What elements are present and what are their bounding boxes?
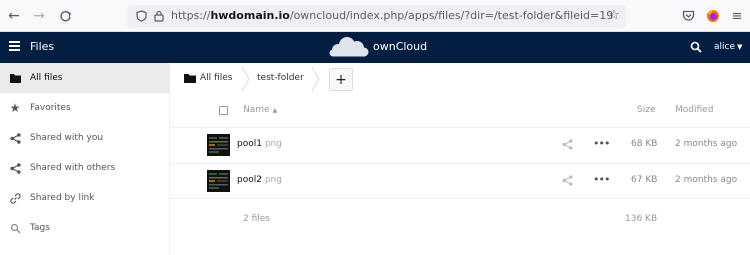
more-options-icon[interactable]: •••: [593, 173, 610, 186]
column-header-size[interactable]: Size: [637, 105, 655, 115]
star-icon: ★: [9, 101, 21, 115]
user-menu[interactable]: alice ▼: [714, 42, 742, 52]
more-options-icon[interactable]: •••: [593, 137, 610, 150]
share-icon: [9, 162, 21, 174]
sort-ascending-icon: ▲: [272, 107, 278, 114]
share-icon[interactable]: [562, 139, 573, 150]
brand-name: ownCloud: [373, 40, 428, 53]
share-icon: [9, 132, 21, 144]
bookmark-star-icon[interactable]: ☆: [608, 8, 620, 23]
sidebar-item-shared-with-others[interactable]: Shared with others: [0, 153, 170, 183]
sidebar-item-label: Shared by link: [30, 193, 95, 203]
search-icon[interactable]: [690, 41, 702, 53]
browser-toolbar: ← → https://hwdomain.io/owncloud/index.p…: [0, 0, 750, 32]
file-size: 67 KB: [631, 175, 658, 185]
share-icon[interactable]: [562, 175, 573, 186]
select-all-checkbox[interactable]: [219, 106, 228, 115]
link-icon: [9, 192, 21, 204]
table-row[interactable]: pool1 png ••• 68 KB 2 months ago: [170, 127, 750, 161]
owncloud-logo-icon: [329, 37, 369, 57]
file-name[interactable]: pool2 png: [237, 175, 282, 185]
sidebar-item-tags[interactable]: Tags: [0, 213, 170, 243]
reload-icon[interactable]: [54, 5, 76, 27]
file-modified: 2 months ago: [675, 175, 738, 185]
pocket-icon[interactable]: [678, 6, 698, 26]
file-name[interactable]: pool1 png: [237, 139, 282, 149]
firefox-account-icon[interactable]: [703, 6, 723, 26]
breadcrumb-separator-icon: [241, 66, 250, 92]
url-text: https://hwdomain.io/owncloud/index.php/a…: [171, 9, 614, 22]
sidebar-item-favorites[interactable]: ★ Favorites: [0, 93, 170, 123]
chevron-down-icon: ▼: [737, 43, 743, 51]
column-header-name[interactable]: Name ▲: [243, 105, 277, 115]
file-modified: 2 months ago: [675, 139, 738, 149]
sidebar-item-shared-by-link[interactable]: Shared by link: [0, 183, 170, 213]
folder-icon: [9, 72, 21, 84]
breadcrumb-all-files[interactable]: All files: [200, 73, 232, 83]
image-thumbnail[interactable]: [207, 170, 230, 192]
breadcrumb: All files test-folder +: [170, 63, 750, 95]
folder-icon[interactable]: [184, 72, 196, 84]
breadcrumb-separator-icon: [311, 66, 320, 92]
sidebar-item-all-files[interactable]: All files: [0, 63, 170, 93]
tracking-shield-icon[interactable]: [134, 9, 148, 23]
sidebar-item-label: Tags: [30, 223, 50, 233]
username: alice: [714, 42, 736, 52]
hamburger-menu-icon[interactable]: [9, 41, 20, 53]
sidebar-item-label: Favorites: [30, 103, 71, 113]
menu-icon[interactable]: ≡: [727, 6, 747, 26]
tag-icon: [9, 222, 21, 234]
url-bar[interactable]: https://hwdomain.io/owncloud/index.php/a…: [127, 5, 626, 28]
sidebar-item-label: All files: [30, 73, 63, 83]
lock-icon[interactable]: [152, 9, 166, 23]
file-list-header: Name ▲ Size Modified: [170, 98, 750, 124]
back-arrow-icon[interactable]: ←: [3, 5, 25, 27]
column-header-modified[interactable]: Modified: [675, 105, 713, 115]
image-thumbnail[interactable]: [207, 134, 230, 156]
breadcrumb-test-folder[interactable]: test-folder: [257, 73, 304, 83]
table-row[interactable]: pool2 png ••• 67 KB 2 months ago: [170, 163, 750, 197]
new-file-button[interactable]: +: [329, 68, 353, 91]
sidebar-item-shared-with-you[interactable]: Shared with you: [0, 123, 170, 153]
sidebar-item-label: Shared with others: [30, 163, 116, 173]
file-size: 68 KB: [631, 139, 658, 149]
app-header: Files ownCloud alice ▼: [0, 32, 750, 63]
file-count: 2 files: [243, 214, 270, 224]
app-title[interactable]: Files: [30, 40, 54, 53]
total-size: 136 KB: [625, 214, 658, 224]
forward-arrow-icon[interactable]: →: [28, 5, 50, 27]
file-list-summary: 2 files 136 KB: [170, 198, 750, 238]
sidebar-item-label: Shared with you: [30, 133, 104, 143]
sidebar: All files ★ Favorites Shared with you Sh…: [0, 63, 170, 255]
